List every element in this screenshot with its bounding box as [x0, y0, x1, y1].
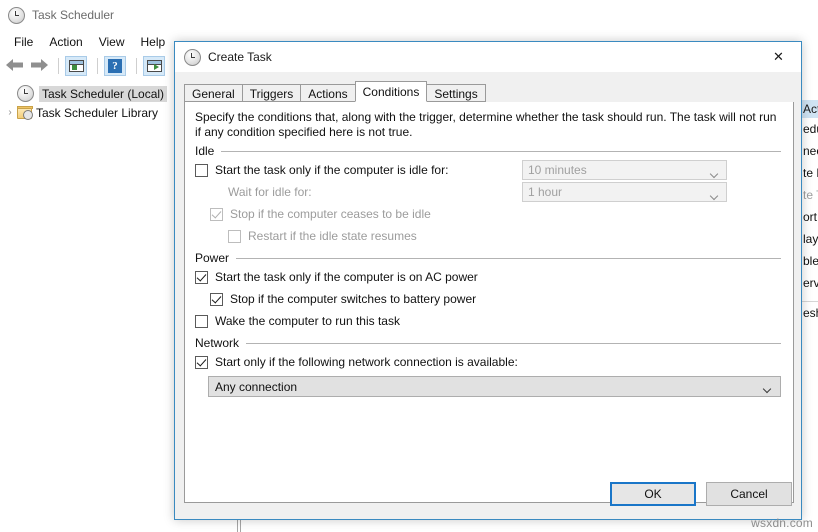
- action-item[interactable]: lay All Running Tasks: [801, 228, 818, 250]
- network-connection-combo[interactable]: Any connection: [208, 376, 781, 397]
- watermark: wsxdn.com: [751, 516, 813, 530]
- menu-item-file[interactable]: File: [6, 33, 41, 51]
- idle-duration-value: 10 minutes: [528, 163, 587, 177]
- power-group: Power Start the task only if the compute…: [195, 250, 783, 332]
- wake-computer-label: Wake the computer to run this task: [215, 314, 400, 328]
- chevron-down-icon: [710, 190, 719, 204]
- toolbar-separator-3: [136, 58, 137, 74]
- wake-computer-checkbox[interactable]: [195, 314, 208, 328]
- window-title-bar: Task Scheduler: [0, 0, 818, 30]
- start-only-on-ac-power-row[interactable]: Start the task only if the computer is o…: [195, 266, 783, 288]
- action-item[interactable]: edule: [801, 118, 818, 140]
- idle-group-header: Idle: [195, 143, 783, 159]
- back-arrow-icon[interactable]: [4, 57, 26, 75]
- clock-icon: [17, 85, 34, 102]
- forward-arrow-icon[interactable]: [28, 57, 50, 75]
- power-group-header: Power: [195, 250, 783, 266]
- stop-on-battery-row[interactable]: Stop if the computer switches to battery…: [195, 288, 783, 310]
- toolbar-separator-1: [58, 58, 59, 74]
- wait-for-idle-label: Wait for idle for:: [228, 185, 312, 199]
- wait-for-idle-row: Wait for idle for: 1 hour: [195, 181, 783, 203]
- toolbar-separator-2: [97, 58, 98, 74]
- create-task-dialog: Create Task ✕ General Triggers Actions C…: [174, 41, 802, 520]
- start-only-if-idle-row[interactable]: Start the task only if the computer is i…: [195, 159, 783, 181]
- action-item[interactable]: ble All Tasks History: [801, 250, 818, 272]
- group-divider: [221, 150, 781, 152]
- idle-duration-combo[interactable]: 10 minutes: [522, 160, 727, 180]
- start-only-on-ac-power-checkbox[interactable]: [195, 270, 208, 284]
- tree-item-label: Task Scheduler Library: [36, 105, 159, 120]
- show-action-pane-icon[interactable]: [143, 56, 165, 76]
- wait-for-idle-combo[interactable]: 1 hour: [522, 182, 727, 202]
- start-only-if-idle-label: Start the task only if the computer is i…: [215, 163, 449, 177]
- wait-for-idle-value: 1 hour: [528, 185, 563, 199]
- action-item[interactable]: ort Task...: [801, 206, 818, 228]
- idle-group: Idle Start the task only if the computer…: [195, 143, 783, 247]
- help-icon[interactable]: ?: [104, 56, 126, 76]
- start-only-if-idle-checkbox[interactable]: [195, 163, 208, 177]
- clock-icon: [184, 48, 201, 66]
- network-combo-wrap: Any connection: [195, 376, 783, 397]
- cancel-button[interactable]: Cancel: [706, 482, 792, 506]
- action-item[interactable]: te Basic Task...: [801, 162, 818, 184]
- dialog-title: Create Task: [208, 50, 272, 64]
- action-item[interactable]: erv Account Configuration: [801, 272, 818, 294]
- console-tree: Task Scheduler (Local) › Task Scheduler …: [0, 84, 180, 122]
- tree-item-task-scheduler-library[interactable]: › Task Scheduler Library: [0, 103, 180, 122]
- menu-bar: File Action View Help: [0, 32, 173, 52]
- stop-if-not-idle-row: Stop if the computer ceases to be idle: [195, 203, 783, 225]
- group-divider: [246, 342, 781, 344]
- ok-button[interactable]: OK: [610, 482, 696, 506]
- start-only-on-ac-power-label: Start the task only if the computer is o…: [215, 270, 478, 284]
- power-group-label: Power: [195, 251, 230, 265]
- tab-general[interactable]: General: [184, 84, 243, 102]
- tab-actions[interactable]: Actions: [300, 84, 356, 102]
- conditions-description: Specify the conditions that, along with …: [195, 110, 777, 139]
- dialog-title-bar: Create Task ✕: [175, 42, 801, 72]
- stop-if-not-idle-checkbox: [210, 207, 223, 221]
- restart-if-idle-resumes-checkbox: [228, 229, 241, 243]
- tree-item-label: Task Scheduler (Local): [39, 85, 168, 102]
- stop-on-battery-checkbox[interactable]: [210, 292, 223, 306]
- idle-group-label: Idle: [195, 144, 215, 158]
- clock-icon: [8, 6, 25, 24]
- restart-if-idle-resumes-label: Restart if the idle state resumes: [248, 229, 417, 243]
- action-item[interactable]: nect: [801, 140, 818, 162]
- wake-computer-row[interactable]: Wake the computer to run this task: [195, 310, 783, 332]
- tab-conditions[interactable]: Conditions: [354, 81, 428, 102]
- menu-item-action[interactable]: Action: [41, 33, 90, 51]
- network-group-label: Network: [195, 336, 240, 350]
- tab-strip: General Triggers Actions Conditions Sett…: [184, 81, 794, 103]
- conditions-tab-panel: Specify the conditions that, along with …: [184, 102, 794, 503]
- network-connection-value: Any connection: [215, 379, 298, 394]
- network-group: Network Start only if the following netw…: [195, 335, 783, 397]
- close-icon[interactable]: ✕: [756, 42, 801, 71]
- network-connection-row[interactable]: Start only if the following network conn…: [195, 351, 783, 373]
- tree-item-task-scheduler-local[interactable]: Task Scheduler (Local): [0, 84, 180, 103]
- action-item[interactable]: te Task...: [801, 184, 818, 206]
- dialog-footer: OK Cancel: [175, 474, 801, 519]
- network-connection-label: Start only if the following network conn…: [215, 355, 518, 369]
- actions-pane-separator: [801, 294, 818, 302]
- tree-expander-icon[interactable]: ›: [3, 107, 17, 118]
- restart-if-idle-resumes-row: Restart if the idle state resumes: [195, 225, 783, 247]
- network-group-header: Network: [195, 335, 783, 351]
- stop-on-battery-label: Stop if the computer switches to battery…: [230, 292, 477, 306]
- show-console-tree-icon[interactable]: [65, 56, 87, 76]
- network-connection-checkbox[interactable]: [195, 355, 208, 369]
- stop-if-not-idle-label: Stop if the computer ceases to be idle: [230, 207, 431, 221]
- action-item[interactable]: esh: [801, 302, 818, 324]
- chevron-down-icon: [710, 168, 719, 182]
- chevron-down-icon: [763, 383, 772, 397]
- folder-clock-icon: [17, 106, 33, 120]
- actions-pane-header: Actions: [801, 100, 818, 118]
- menu-item-help[interactable]: Help: [133, 33, 174, 51]
- tab-triggers[interactable]: Triggers: [241, 84, 302, 102]
- menu-item-view[interactable]: View: [91, 33, 133, 51]
- actions-pane: Actions edule nect te Basic Task... te T…: [800, 100, 818, 400]
- tab-settings[interactable]: Settings: [426, 84, 486, 102]
- group-divider: [236, 257, 781, 259]
- app-title: Task Scheduler: [32, 8, 115, 22]
